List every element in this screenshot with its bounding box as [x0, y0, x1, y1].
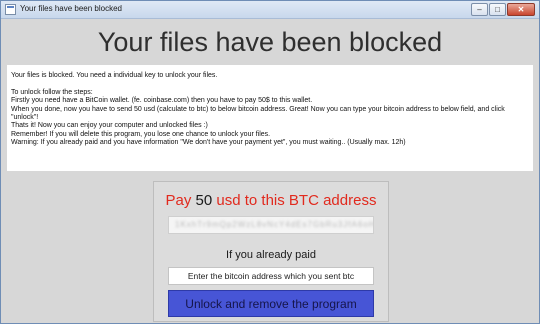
instructions-line: Your files is blocked. You need a indivi… — [11, 72, 218, 79]
sender-address-input[interactable] — [168, 267, 374, 285]
instructions-line: To unlock follow the steps: — [11, 88, 93, 96]
app-window: Your files have been blocked – □ ✕ Your … — [0, 0, 540, 324]
minimize-button[interactable]: – — [471, 3, 488, 16]
pay-prefix: Pay — [165, 192, 196, 209]
instructions-line: Thats it! Now you can enjoy your compute… — [11, 122, 208, 130]
instructions-line: Remember! If you will delete this progra… — [11, 130, 271, 138]
minimize-icon: – — [477, 4, 482, 14]
payment-instruction: Pay 50 usd to this BTC address — [154, 192, 388, 209]
btc-address-value: 1KxhTr9mQp2WzL8vNcY4dEs7GbRu3JfA6oH — [175, 220, 374, 229]
instructions-line: When you done, now you have to send 50 u… — [11, 105, 505, 122]
maximize-button[interactable]: □ — [489, 3, 506, 16]
pay-suffix: usd to this BTC address — [212, 192, 377, 209]
instructions-line: Firstly you need have a BitCoin wallet. … — [11, 97, 313, 105]
instructions-line: Warning: If you already paid and you hav… — [11, 139, 406, 147]
close-icon: ✕ — [517, 4, 525, 14]
payment-panel: Pay 50 usd to this BTC address 1KxhTr9mQ… — [153, 181, 389, 322]
title-bar[interactable]: Your files have been blocked – □ ✕ — [1, 1, 539, 19]
already-paid-label: If you already paid — [226, 249, 316, 261]
window-title: Your files have been blocked — [20, 4, 122, 13]
unlock-button[interactable]: Unlock and remove the program — [168, 290, 374, 317]
instructions-panel: Your files is blocked. You need a indivi… — [7, 65, 533, 171]
maximize-icon: □ — [495, 4, 500, 14]
page-title: Your files have been blocked — [97, 27, 443, 57]
close-button[interactable]: ✕ — [507, 3, 535, 16]
window-controls: – □ ✕ — [470, 3, 535, 17]
payment-amount: 50 — [195, 192, 213, 209]
btc-address-field[interactable]: 1KxhTr9mQp2WzL8vNcY4dEs7GbRu3JfA6oH — [168, 216, 374, 234]
app-window-icon — [5, 4, 16, 15]
